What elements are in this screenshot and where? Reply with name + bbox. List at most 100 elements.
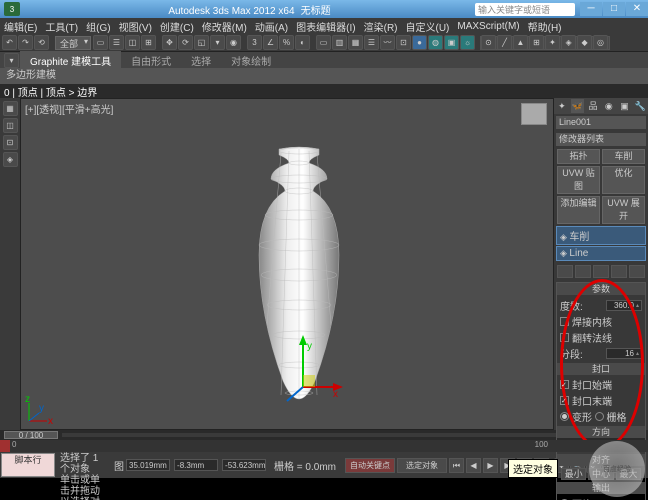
snap-edge-icon[interactable]: ╱	[497, 35, 512, 50]
lt-icon-1[interactable]: ▦	[3, 101, 18, 116]
render-setup-icon[interactable]: ◍	[428, 35, 443, 50]
stack-remove-icon[interactable]	[611, 265, 627, 278]
scene-object-vase[interactable]	[251, 145, 347, 403]
cap-end-checkbox[interactable]	[560, 396, 569, 405]
grid-radio[interactable]	[595, 412, 604, 421]
layers-icon[interactable]: ☰	[364, 35, 379, 50]
cap-start-checkbox[interactable]	[560, 380, 569, 389]
tab-display-icon[interactable]: ▣	[617, 98, 633, 114]
schematic-icon[interactable]: ⊡	[396, 35, 411, 50]
coord-y-input[interactable]: -8.3mm	[174, 459, 218, 471]
play-icon[interactable]: ▶	[483, 458, 498, 473]
snap-toggle-icon[interactable]: 3	[247, 35, 262, 50]
object-name-input[interactable]: Line001	[556, 116, 646, 129]
tab-modify-icon[interactable]: 🦋	[570, 98, 586, 114]
app-logo[interactable]: 3	[4, 2, 20, 16]
rotate-icon[interactable]: ⟳	[178, 35, 193, 50]
link-icon[interactable]: ⟲	[34, 35, 49, 50]
viewcube[interactable]	[521, 103, 547, 125]
stack-item-lathe[interactable]: ◈ 车削	[556, 226, 646, 245]
select-icon[interactable]: ▭	[93, 35, 108, 50]
modbtn-uvwmap[interactable]: UVW 贴图	[557, 166, 600, 194]
menu-render[interactable]: 渲染(R)	[364, 19, 398, 34]
rollup-header-params[interactable]: 参数	[557, 283, 645, 295]
subobject-breadcrumb[interactable]: 0 | 顶点 | 顶点 > 边界	[0, 84, 648, 98]
viewport-perspective[interactable]: [+][透视][平滑+高光]	[20, 98, 554, 430]
menu-modifiers[interactable]: 修改器(M)	[202, 19, 247, 34]
undo-icon[interactable]: ↶	[2, 35, 17, 50]
mirror-icon[interactable]: ▥	[332, 35, 347, 50]
snap-mid-icon[interactable]: ◈	[561, 35, 576, 50]
render-icon[interactable]: ☼	[460, 35, 475, 50]
window-crossing-icon[interactable]: ⊞	[141, 35, 156, 50]
weld-core-checkbox[interactable]	[560, 317, 569, 326]
modbtn-optimize[interactable]: 优化	[602, 166, 645, 194]
menu-animation[interactable]: 动画(A)	[255, 19, 288, 34]
menu-graph[interactable]: 图表编辑器(I)	[296, 19, 355, 34]
ribbon-panel-label[interactable]: 多边形建模	[0, 68, 648, 84]
stack-pin-icon[interactable]	[557, 265, 573, 278]
flip-normals-checkbox[interactable]	[560, 333, 569, 342]
pivot-icon[interactable]: ◉	[226, 35, 241, 50]
snap-ctr-icon[interactable]: ◎	[593, 35, 608, 50]
menu-create[interactable]: 创建(C)	[160, 19, 194, 34]
snap-face-icon[interactable]: ▲	[513, 35, 528, 50]
lt-icon-2[interactable]: ◫	[3, 118, 18, 133]
stack-show-icon[interactable]	[575, 265, 591, 278]
snap-grid-icon[interactable]: ⊞	[529, 35, 544, 50]
menu-maxscript[interactable]: MAXScript(M)	[457, 21, 519, 32]
select-name-icon[interactable]: ☰	[109, 35, 124, 50]
goto-start-icon[interactable]: ⏮	[449, 458, 464, 473]
snap-vtx-icon[interactable]: ⊙	[481, 35, 496, 50]
segments-spinner[interactable]: 16	[606, 348, 642, 359]
snap-pv-icon[interactable]: ✦	[545, 35, 560, 50]
modbtn-topology[interactable]: 拓扑	[557, 149, 600, 164]
maximize-button[interactable]: □	[603, 2, 625, 16]
modbtn-lathe[interactable]: 车削	[602, 149, 645, 164]
move-icon[interactable]: ✥	[162, 35, 177, 50]
coord-x-input[interactable]: 35.019mm	[126, 459, 170, 471]
tab-freeform[interactable]: 自由形式	[121, 51, 181, 70]
named-selset-icon[interactable]: ▭	[316, 35, 331, 50]
percent-snap-icon[interactable]: %	[279, 35, 294, 50]
coord-z-input[interactable]: -53.623mm	[222, 459, 266, 471]
align-min-button[interactable]: 最小	[561, 468, 586, 480]
viewport-label[interactable]: [+][透视][平滑+高光]	[25, 101, 113, 116]
autokey-button[interactable]: 自动关键点	[345, 458, 395, 473]
align-icon[interactable]: ▦	[348, 35, 363, 50]
angle-snap-icon[interactable]: ∠	[263, 35, 278, 50]
menu-help[interactable]: 帮助(H)	[528, 19, 562, 34]
tab-motion-icon[interactable]: ◉	[601, 98, 617, 114]
spinner-snap-icon[interactable]: ◐	[295, 35, 310, 50]
modbtn-uvwunwrap[interactable]: UVW 展开	[602, 196, 645, 224]
scale-icon[interactable]: ◱	[194, 35, 209, 50]
material-editor-icon[interactable]: ●	[412, 35, 427, 50]
tab-utilities-icon[interactable]: 🔧	[632, 98, 648, 114]
tab-paint[interactable]: 对象绘制	[221, 51, 281, 70]
select-region-icon[interactable]: ◫	[125, 35, 140, 50]
stack-unique-icon[interactable]	[593, 265, 609, 278]
degrees-spinner[interactable]: 360.0	[606, 300, 642, 311]
render-frame-icon[interactable]: ▣	[444, 35, 459, 50]
curve-editor-icon[interactable]: 〰	[380, 35, 395, 50]
ribbon-expand-icon[interactable]: ▾	[4, 53, 19, 68]
menu-customize[interactable]: 自定义(U)	[406, 19, 450, 34]
close-button[interactable]: ✕	[626, 2, 648, 16]
tab-graphite[interactable]: Graphite 建模工具	[20, 51, 121, 70]
lt-icon-3[interactable]: ⊡	[3, 135, 18, 150]
minimize-button[interactable]: ─	[580, 2, 602, 16]
refcoord-icon[interactable]: ▾	[210, 35, 225, 50]
menu-tools[interactable]: 工具(T)	[45, 19, 78, 34]
selection-filter-dropdown[interactable]: 全部	[55, 36, 91, 50]
tab-create-icon[interactable]: ✦	[554, 98, 570, 114]
time-slider-handle[interactable]: 0 / 100	[4, 431, 58, 439]
help-search-input[interactable]: 输入关键字或短语	[475, 3, 575, 16]
menu-group[interactable]: 组(G)	[86, 19, 110, 34]
keyfilter-dropdown[interactable]: 选定对象	[397, 458, 447, 473]
track-bar[interactable]: 0 100	[0, 440, 648, 452]
maxscript-mini-listener[interactable]: 脚本行	[1, 453, 55, 477]
redo-icon[interactable]: ↷	[18, 35, 33, 50]
lt-icon-4[interactable]: ◈	[3, 152, 18, 167]
modifier-stack[interactable]: ◈ 车削 ◈ Line	[556, 226, 646, 262]
tab-hierarchy-icon[interactable]: 品	[585, 98, 601, 114]
